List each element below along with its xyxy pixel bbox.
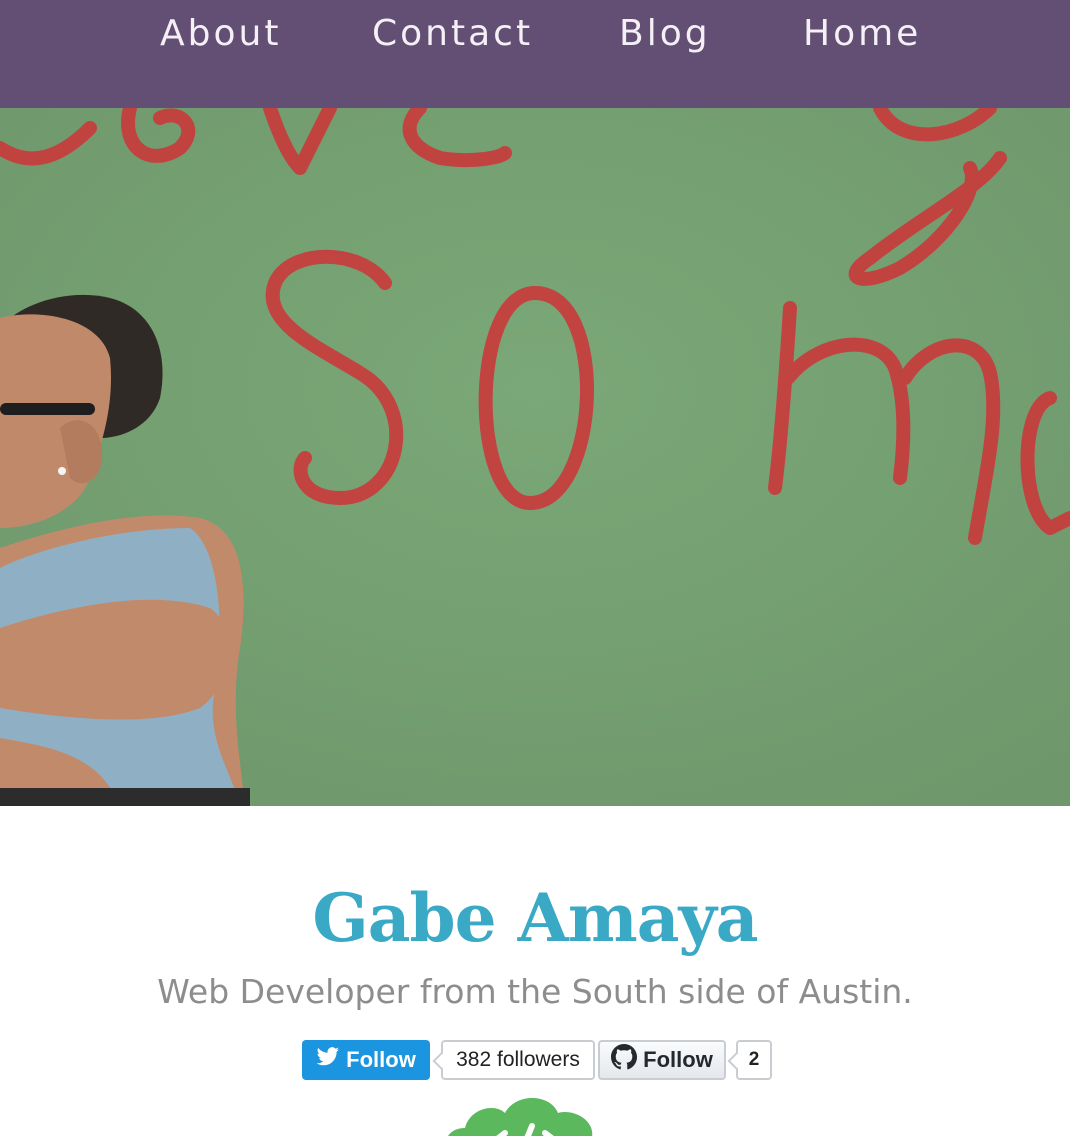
- hero-image: [0, 108, 1070, 806]
- twitter-follow-label: Follow: [346, 1047, 416, 1072]
- github-octocat-icon: [611, 1044, 638, 1076]
- profile-name: Gabe Amaya: [312, 879, 758, 957]
- social-buttons: Follow 382 followers Follow 2: [0, 1040, 1070, 1080]
- nav-link-contact[interactable]: Contact: [372, 12, 533, 56]
- github-follow-button[interactable]: Follow: [598, 1040, 726, 1080]
- twitter-bird-icon: [316, 1047, 340, 1073]
- github-follow-label: Follow: [643, 1047, 713, 1072]
- top-navbar: About Contact Blog Home: [0, 0, 1070, 108]
- profile-tagline: Web Developer from the South side of Aus…: [157, 972, 913, 1011]
- code-cloud-icon: [440, 1088, 610, 1136]
- nav-link-about[interactable]: About: [160, 12, 281, 56]
- github-follower-count[interactable]: 2: [736, 1040, 772, 1080]
- hero-photo-illustration: [0, 108, 1070, 806]
- twitter-follower-count[interactable]: 382 followers: [441, 1040, 595, 1080]
- nav-link-blog[interactable]: Blog: [619, 12, 711, 56]
- twitter-follow-button[interactable]: Follow: [302, 1040, 430, 1080]
- nav-link-home[interactable]: Home: [803, 12, 921, 56]
